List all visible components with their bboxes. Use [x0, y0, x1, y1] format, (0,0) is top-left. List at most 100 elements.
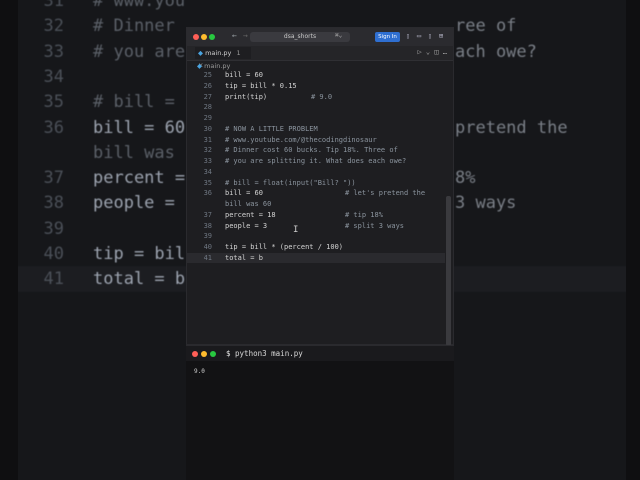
inline-comment: # tip 18%	[345, 210, 383, 219]
maximize-window-button[interactable]	[209, 34, 215, 40]
background-code-right: 3 ways	[455, 193, 517, 214]
code-line: 27 print(tip) # 9.0	[187, 92, 445, 103]
background-line-number: 37	[43, 168, 64, 189]
code-line: 37 percent = 18 # tip 18%	[187, 210, 445, 221]
back-arrow-icon[interactable]: ←	[232, 31, 237, 40]
run-icon[interactable]: ▷	[417, 48, 421, 56]
code-line: 28	[187, 102, 445, 113]
terminal-header: $ python3 main.py	[186, 345, 454, 361]
line-number: 36	[203, 189, 212, 198]
layout-panel-icon[interactable]: ▭	[415, 32, 423, 40]
code-line: 29	[187, 113, 445, 124]
layout-sidebar-icon[interactable]: ▯	[404, 32, 412, 40]
code-line: 38 people = 3 # split 3 ways	[187, 221, 445, 232]
line-number: 29	[203, 114, 212, 122]
background-code-text: # www.you	[93, 0, 186, 11]
line-number: 28	[203, 103, 212, 112]
code-text: # bill = float(input("Bill? "))	[225, 178, 356, 187]
chevron-down-icon[interactable]: ⌄	[426, 48, 430, 56]
line-number: 30	[203, 124, 212, 133]
code-line: 35 # bill = float(input("Bill? "))	[187, 178, 445, 189]
sign-in-label: Sign In	[378, 34, 397, 40]
forward-arrow-icon[interactable]: →	[243, 31, 248, 40]
code-line: 25 bill = 60	[187, 70, 445, 81]
background-code-text: total = b	[93, 269, 186, 290]
background-line-number: 35	[43, 92, 64, 113]
code-text: total = b	[225, 253, 263, 262]
code-text: percent = 18	[225, 210, 276, 219]
more-actions-icon[interactable]: …	[443, 48, 447, 56]
layout-secondary-icon[interactable]: ▯	[426, 32, 434, 40]
terminal-minimize-button[interactable]	[201, 351, 207, 357]
code-line: 40 tip = bill * (percent / 100)	[187, 242, 445, 253]
line-number: 38	[203, 221, 212, 230]
code-line: 39	[187, 231, 445, 242]
line-number: 33	[203, 157, 212, 165]
terminal-maximize-button[interactable]	[210, 351, 216, 357]
code-text: # www.youtube.com/@thecodingdinosaur	[225, 135, 377, 144]
background-code-text: # Dinner	[93, 16, 175, 37]
code-editor[interactable]: 25 bill = 60 26 tip = bill * 0.15 27 print(ti…	[187, 70, 445, 340]
code-text: # you are splitting it. What does each o…	[225, 157, 407, 165]
copilot-icon[interactable]: ⌘⌄	[335, 32, 342, 39]
background-line-number: 31	[43, 0, 64, 11]
terminal-close-button[interactable]	[192, 351, 198, 357]
tab-label: main.py	[205, 49, 232, 57]
line-number: 27	[203, 92, 212, 101]
code-text: print(tip)	[225, 92, 268, 101]
background-code-text: people =	[93, 193, 175, 214]
text-cursor-icon: I	[293, 225, 299, 235]
code-line: 41 total = b	[187, 252, 445, 264]
background-line-number: 40	[43, 244, 64, 264]
code-text: bill was 60	[225, 200, 272, 208]
sign-in-button[interactable]: Sign In	[375, 32, 400, 42]
background-code-text: percent =	[93, 168, 186, 189]
editor-scrollbar[interactable]	[446, 196, 451, 346]
code-text: bill = 60	[225, 189, 263, 198]
terminal-output: 9.0	[194, 368, 205, 375]
line-number: 40	[203, 243, 212, 251]
background-code-right: ach owe?	[455, 41, 537, 62]
background-code-right: pretend the	[455, 117, 568, 138]
line-number: 35	[203, 178, 212, 187]
line-number: 25	[203, 71, 212, 79]
code-text: people = 3	[225, 221, 268, 230]
background-line-number: 38	[43, 193, 64, 214]
background-line-number: 33	[43, 41, 64, 62]
inline-comment: # 9.0	[311, 92, 333, 101]
code-text: # NOW A LITTLE PROBLEM	[225, 124, 318, 133]
customize-layout-icon[interactable]: ⊞	[437, 32, 445, 40]
breadcrumb[interactable]: ◆ main.py	[197, 62, 230, 70]
split-editor-icon[interactable]: ◫	[434, 48, 438, 56]
code-text: tip = bill * 0.15	[225, 81, 297, 90]
code-text: tip = bill * (percent / 100)	[225, 243, 344, 251]
line-number: 26	[203, 81, 212, 90]
line-number: 34	[203, 167, 212, 176]
tab-main-py[interactable]: ◆ main.py 1 ×	[195, 47, 251, 69]
terminal-panel[interactable]: $ python3 main.py 9.0	[186, 345, 454, 480]
background-line-number: 41	[43, 269, 64, 290]
minimize-window-button[interactable]	[201, 34, 207, 40]
line-number: 39	[203, 232, 212, 241]
terminal-prompt: $	[226, 349, 231, 358]
background-line-number: 36	[43, 117, 64, 138]
code-line: 33 # you are splitting it. What does each…	[187, 156, 445, 167]
background-shade-right	[626, 0, 640, 480]
code-line: 36 bill = 60 # let's pretend the	[187, 188, 445, 199]
line-number: 32	[203, 146, 212, 155]
background-code-text: bill = 60	[93, 117, 186, 138]
terminal-command: python3 main.py	[235, 349, 303, 358]
breadcrumb-file: main.py	[204, 62, 231, 70]
background-line-number: 39	[43, 218, 64, 239]
close-window-button[interactable]	[193, 34, 199, 40]
background-code-text: tip = bil	[93, 244, 186, 264]
background-code-text: # you are	[93, 41, 186, 62]
code-line: 30 # NOW A LITTLE PROBLEM	[187, 124, 445, 135]
inline-comment: # let's pretend the	[345, 189, 426, 198]
background-shade-left	[0, 0, 18, 480]
background-line-number: 32	[43, 16, 64, 37]
code-line: 31 # www.youtube.com/@thecodingdinosaur	[187, 135, 445, 146]
search-text: dsa_shorts	[283, 33, 317, 40]
background-code-right: ree of	[455, 16, 517, 37]
code-line: 26 tip = bill * 0.15	[187, 81, 445, 92]
